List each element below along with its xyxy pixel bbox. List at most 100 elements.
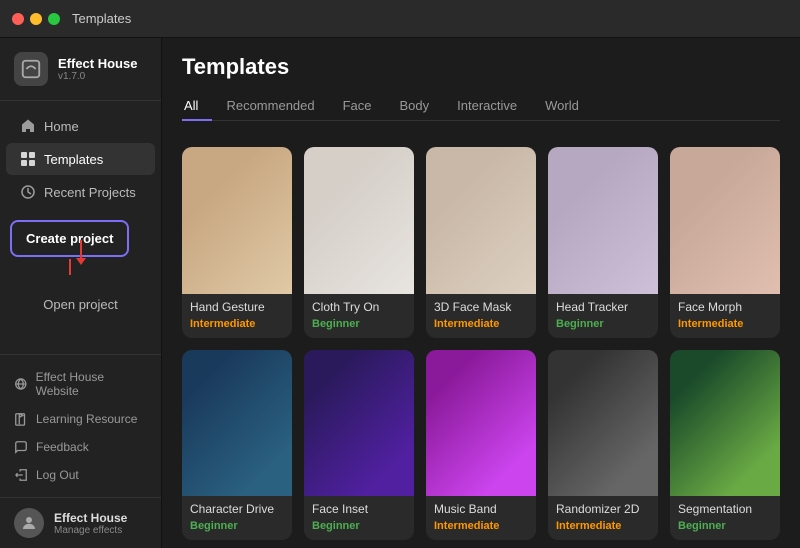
sidebar-item-recent-projects[interactable]: Recent Projects — [6, 176, 155, 208]
filter-tab-body[interactable]: Body — [386, 92, 444, 121]
maximize-button[interactable] — [48, 13, 60, 25]
red-arrow — [76, 240, 86, 265]
template-level: Beginner — [678, 520, 772, 532]
template-card[interactable]: Character Drive Beginner — [182, 350, 292, 541]
template-thumbnail — [548, 147, 658, 294]
template-thumbnail — [670, 350, 780, 497]
minimize-button[interactable] — [30, 13, 42, 25]
sidebar-item-logout[interactable]: Log Out — [0, 461, 161, 489]
filter-tab-recommended[interactable]: Recommended — [212, 92, 328, 121]
template-name: 3D Face Mask — [434, 300, 528, 314]
logo-version: v1.7.0 — [58, 71, 137, 82]
titlebar-title: Templates — [72, 11, 131, 26]
template-name: Segmentation — [678, 502, 772, 516]
template-level: Beginner — [556, 318, 650, 330]
avatar — [14, 508, 44, 538]
sidebar-item-templates[interactable]: Templates — [6, 143, 155, 175]
sidebar-item-learning[interactable]: Learning Resource — [0, 405, 161, 433]
user-sub: Manage effects — [54, 525, 127, 536]
template-card[interactable]: Face Morph Intermediate — [670, 147, 780, 338]
template-thumbnail — [182, 147, 292, 294]
template-card[interactable]: Cloth Try On Beginner — [304, 147, 414, 338]
sidebar-user[interactable]: Effect House Manage effects — [0, 497, 161, 548]
app-body: Effect House v1.7.0 Home Templat — [0, 38, 800, 548]
template-card[interactable]: Head Tracker Beginner — [548, 147, 658, 338]
template-thumbnail — [304, 147, 414, 294]
sidebar-item-recent-label: Recent Projects — [44, 185, 136, 200]
filter-tabs: All Recommended Face Body Interactive Wo… — [182, 92, 780, 121]
template-name: Face Morph — [678, 300, 772, 314]
logout-icon — [14, 468, 28, 482]
filter-tab-interactive[interactable]: Interactive — [443, 92, 531, 121]
main-header: Templates All Recommended Face Body Inte… — [162, 38, 800, 121]
globe-icon — [14, 377, 28, 391]
create-project-container: Create project — [0, 214, 161, 263]
template-card[interactable]: Randomizer 2D Intermediate — [548, 350, 658, 541]
filter-tab-all[interactable]: All — [182, 92, 212, 121]
feedback-label: Feedback — [36, 440, 89, 454]
feedback-icon — [14, 440, 28, 454]
template-name: Face Inset — [312, 502, 406, 516]
template-level: Intermediate — [556, 520, 650, 532]
template-info: Head Tracker Beginner — [548, 294, 658, 338]
template-card[interactable]: 3D Face Mask Intermediate — [426, 147, 536, 338]
template-name: Randomizer 2D — [556, 502, 650, 516]
logo-text: Effect House v1.7.0 — [58, 56, 137, 83]
recent-icon — [20, 184, 36, 200]
template-level: Beginner — [190, 520, 284, 532]
titlebar: Templates — [0, 0, 800, 38]
template-level: Beginner — [312, 318, 406, 330]
template-name: Music Band — [434, 502, 528, 516]
logo-icon — [14, 52, 48, 86]
filter-tab-face[interactable]: Face — [329, 92, 386, 121]
sidebar-item-home-label: Home — [44, 119, 79, 134]
sidebar-item-feedback[interactable]: Feedback — [0, 433, 161, 461]
templates-icon — [20, 151, 36, 167]
template-name: Cloth Try On — [312, 300, 406, 314]
template-info: Face Inset Beginner — [304, 496, 414, 540]
template-card[interactable]: Face Inset Beginner — [304, 350, 414, 541]
template-card[interactable]: Segmentation Beginner — [670, 350, 780, 541]
template-level: Intermediate — [678, 318, 772, 330]
template-level: Intermediate — [190, 318, 284, 330]
template-level: Intermediate — [434, 520, 528, 532]
sidebar-item-home[interactable]: Home — [6, 110, 155, 142]
template-thumbnail — [182, 350, 292, 497]
sidebar-nav: Home Templates Recent Projects — [0, 101, 161, 354]
template-info: Segmentation Beginner — [670, 496, 780, 540]
sidebar-bottom: Effect House Website Learning Resource F… — [0, 354, 161, 497]
home-icon — [20, 118, 36, 134]
template-info: Hand Gesture Intermediate — [182, 294, 292, 338]
template-name: Head Tracker — [556, 300, 650, 314]
sidebar-item-templates-label: Templates — [44, 152, 103, 167]
close-button[interactable] — [12, 13, 24, 25]
template-thumbnail — [548, 350, 658, 497]
logout-label: Log Out — [36, 468, 79, 482]
template-info: Character Drive Beginner — [182, 496, 292, 540]
sidebar-item-website[interactable]: Effect House Website — [0, 363, 161, 405]
page-title: Templates — [182, 54, 780, 80]
sidebar-logo: Effect House v1.7.0 — [0, 38, 161, 101]
template-info: 3D Face Mask Intermediate — [426, 294, 536, 338]
template-info: Face Morph Intermediate — [670, 294, 780, 338]
filter-tab-world[interactable]: World — [531, 92, 593, 121]
template-card[interactable]: Music Band Intermediate — [426, 350, 536, 541]
template-info: Randomizer 2D Intermediate — [548, 496, 658, 540]
window-controls — [12, 13, 60, 25]
template-name: Hand Gesture — [190, 300, 284, 314]
template-name: Character Drive — [190, 502, 284, 516]
book-icon — [14, 412, 28, 426]
logo-name: Effect House — [58, 56, 137, 72]
template-info: Cloth Try On Beginner — [304, 294, 414, 338]
template-level: Intermediate — [434, 318, 528, 330]
template-thumbnail — [426, 350, 536, 497]
template-thumbnail — [670, 147, 780, 294]
open-project-link[interactable]: Open project — [0, 287, 161, 318]
website-label: Effect House Website — [36, 370, 147, 398]
templates-grid: Hand Gesture Intermediate Cloth Try On B… — [162, 137, 800, 548]
create-project-button[interactable]: Create project — [10, 220, 129, 257]
template-thumbnail — [304, 350, 414, 497]
user-name: Effect House — [54, 511, 127, 525]
template-info: Music Band Intermediate — [426, 496, 536, 540]
template-card[interactable]: Hand Gesture Intermediate — [182, 147, 292, 338]
